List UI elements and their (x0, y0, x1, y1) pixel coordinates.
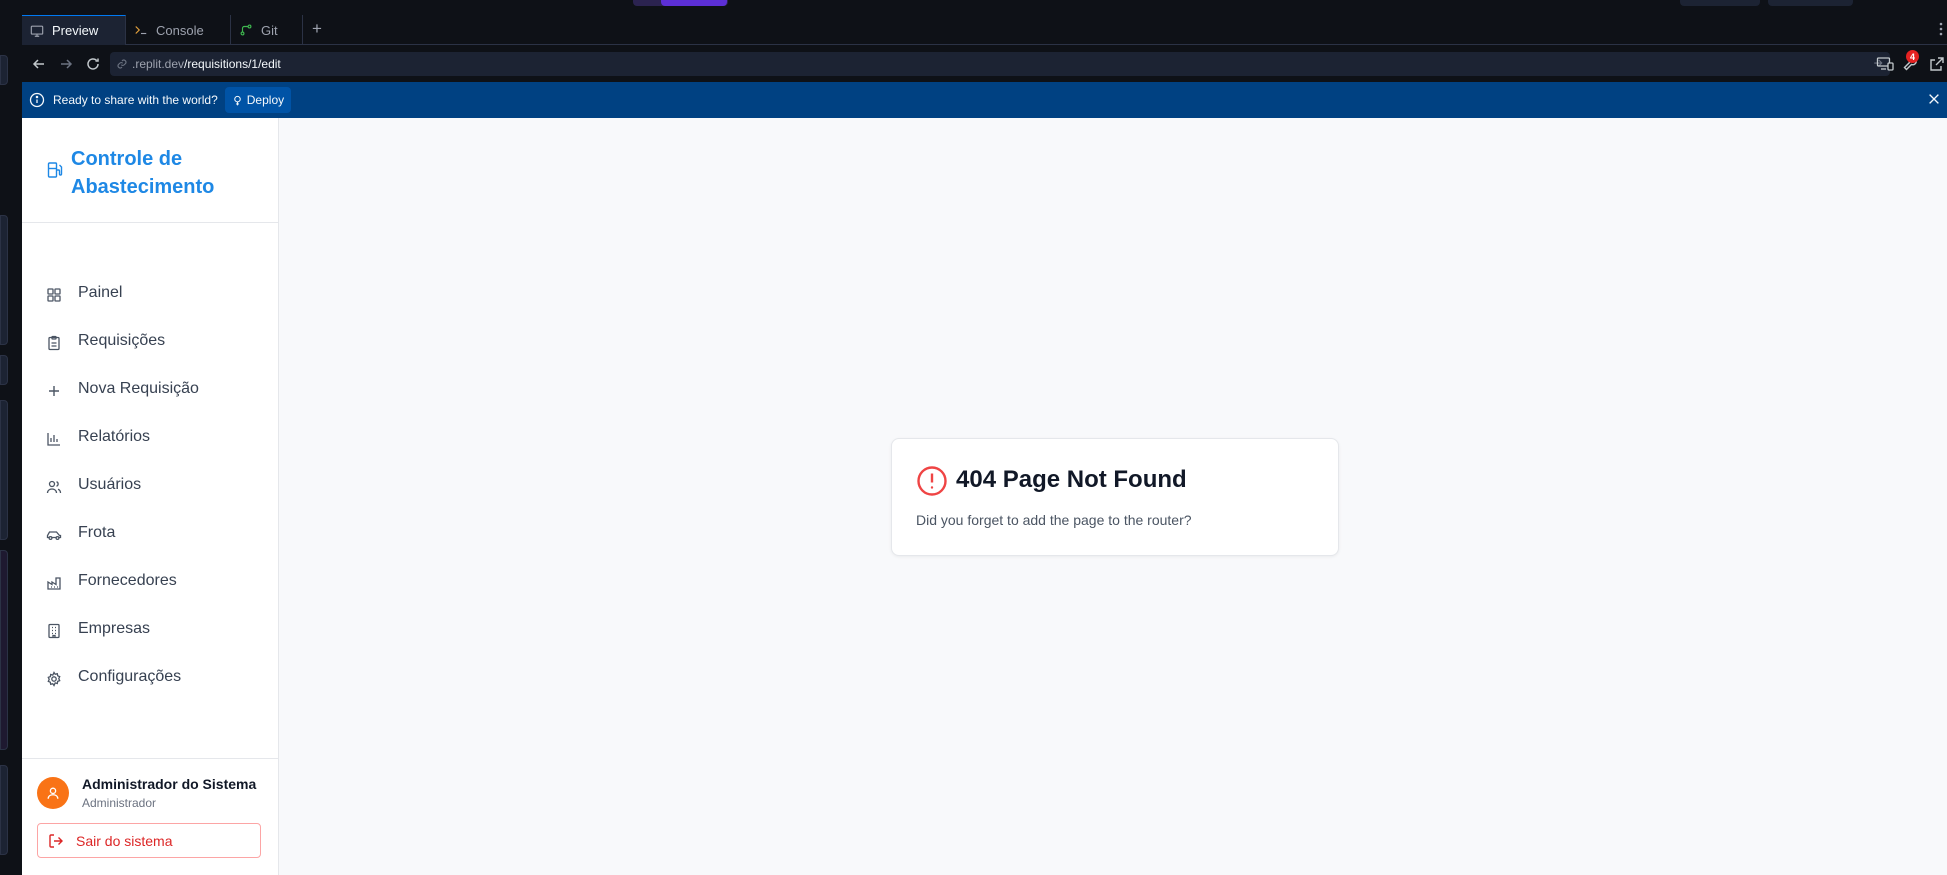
tab-console-label: Console (156, 22, 204, 38)
building-icon (46, 623, 62, 639)
grid-icon (46, 287, 62, 303)
tab-preview[interactable]: Preview (22, 15, 126, 45)
sidebar-item-relatorios[interactable]: Relatórios (22, 415, 279, 463)
logout-icon (48, 833, 64, 849)
sidebar-item-label: Relatórios (78, 428, 151, 445)
clipboard-icon (46, 335, 62, 351)
devices-icon[interactable] (1876, 55, 1894, 73)
reload-icon[interactable] (85, 56, 101, 72)
user-name: Administrador do Sistema (82, 776, 257, 792)
banner-text: Ready to share with the world? (53, 93, 218, 107)
sidebar-item-usuarios[interactable]: Usuários (22, 463, 279, 511)
car-icon (46, 527, 62, 543)
ide-top-button[interactable] (1680, 0, 1760, 6)
tab-git[interactable]: Git (231, 15, 303, 45)
sidebar-item-label: Frota (78, 524, 116, 541)
sidebar-item-label: Usuários (78, 476, 142, 493)
brand: Controle de Abastecimento (22, 118, 279, 223)
sidebar-item-empresas[interactable]: Empresas (22, 607, 279, 655)
brand-title: Controle de Abastecimento (71, 148, 215, 198)
ide-panel-stub[interactable] (0, 550, 8, 750)
sidebar-item-nova-requisicao[interactable]: Nova Requisição (22, 367, 279, 415)
back-icon[interactable] (31, 56, 47, 72)
url-host: .replit.dev (132, 57, 185, 71)
not-found-message: Did you forget to add the page to the ro… (916, 512, 1192, 528)
factory-icon (46, 575, 62, 591)
app-viewport: Controle de Abastecimento Painel Requisi… (22, 118, 1947, 875)
plus-icon (46, 383, 62, 399)
ide-tab-bar: Preview Console Git + (22, 14, 1947, 45)
ide-panel-stub[interactable] (0, 765, 8, 855)
user-panel: Administrador do Sistema Administrador S… (22, 758, 279, 875)
sidebar-item-frota[interactable]: Frota (22, 511, 279, 559)
tab-console[interactable]: Console (126, 15, 231, 45)
notification-badge: 4 (1906, 50, 1919, 63)
logout-label: Sair do sistema (76, 832, 173, 849)
logout-button[interactable]: Sair do sistema (37, 823, 261, 858)
sidebar-item-fornecedores[interactable]: Fornecedores (22, 559, 279, 607)
user-role: Administrador (82, 796, 157, 810)
monitor-icon (30, 24, 44, 38)
sidebar-item-label: Nova Requisição (78, 380, 199, 397)
deploy-icon (232, 95, 243, 106)
ide-top-edge (0, 0, 1947, 14)
terminal-icon (134, 23, 148, 37)
sidebar-item-configuracoes[interactable]: Configurações (22, 655, 279, 703)
ide-url-bar: .replit.dev/requisitions/1/edit 4 (22, 46, 1947, 82)
sidebar-item-label: Fornecedores (78, 572, 177, 589)
alert-circle-icon (916, 465, 948, 497)
deploy-banner: Ready to share with the world? Deploy (22, 82, 1947, 118)
ide-side-panel (0, 0, 22, 875)
avatar[interactable] (37, 777, 69, 809)
info-icon (29, 92, 45, 108)
external-link-icon[interactable] (1928, 55, 1946, 73)
deploy-button[interactable]: Deploy (224, 87, 292, 113)
url-path: /requisitions/1/edit (184, 57, 281, 71)
ide-panel-stub[interactable] (0, 215, 8, 345)
ide-panel-stub[interactable] (0, 355, 8, 385)
sidebar-nav: Painel Requisições Nova Requisição Relat… (22, 271, 279, 703)
ide-panel-stub[interactable] (0, 55, 8, 85)
sidebar-item-label: Painel (78, 284, 123, 301)
sidebar: Controle de Abastecimento Painel Requisi… (22, 118, 279, 875)
users-icon (46, 479, 62, 495)
more-icon[interactable] (1939, 22, 1943, 36)
deploy-label: Deploy (246, 93, 285, 107)
forward-icon[interactable] (58, 56, 74, 72)
git-icon (239, 23, 253, 37)
sidebar-item-label: Configurações (78, 668, 182, 685)
url-input[interactable]: .replit.dev/requisitions/1/edit (110, 52, 1890, 76)
bar-chart-icon (46, 431, 62, 447)
sidebar-item-requisicoes[interactable]: Requisições (22, 319, 279, 367)
tab-preview-label: Preview (52, 23, 99, 38)
tab-git-label: Git (261, 22, 278, 38)
not-found-title: 404 Page Not Found (956, 466, 1187, 493)
close-icon[interactable] (1927, 92, 1941, 106)
ide-top-button[interactable] (1768, 0, 1853, 6)
ide-panel-stub[interactable] (0, 400, 8, 540)
add-tab-button[interactable]: + (312, 20, 322, 37)
sidebar-item-label: Requisições (78, 332, 166, 349)
link-icon (116, 58, 128, 70)
ide-run-control[interactable] (661, 0, 727, 6)
fuel-pump-icon (46, 161, 64, 179)
sidebar-item-label: Empresas (78, 620, 151, 637)
sidebar-item-painel[interactable]: Painel (22, 271, 279, 319)
gear-icon (46, 671, 62, 687)
user-icon (46, 786, 60, 800)
not-found-card: 404 Page Not Found Did you forget to add… (891, 438, 1339, 556)
